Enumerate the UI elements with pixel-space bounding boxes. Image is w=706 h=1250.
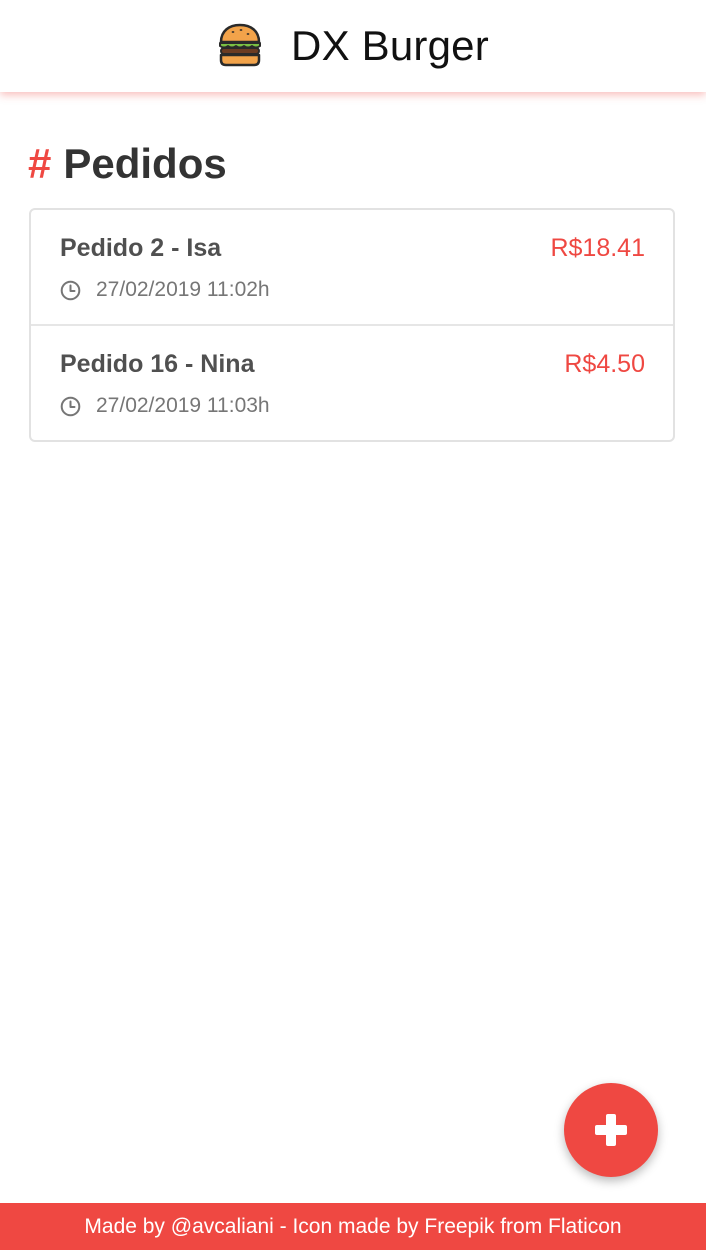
order-time-row: 27/02/2019 11:02h bbox=[60, 278, 270, 302]
app-title: DX Burger bbox=[291, 22, 489, 69]
order-item[interactable]: Pedido 16 - Nina R$4.50 27/02/2019 11:03… bbox=[31, 326, 673, 440]
order-name: Pedido 16 - Nina bbox=[60, 350, 255, 378]
order-list: Pedido 2 - Isa R$18.41 27/02/2019 11:02h… bbox=[29, 208, 675, 442]
add-order-button[interactable] bbox=[564, 1083, 658, 1177]
burger-icon bbox=[219, 23, 262, 67]
order-name: Pedido 2 - Isa bbox=[60, 234, 222, 262]
order-price: R$4.50 bbox=[564, 350, 645, 378]
order-time-row: 27/02/2019 11:03h bbox=[60, 394, 270, 418]
app-header: DX Burger bbox=[0, 0, 706, 92]
order-time: 27/02/2019 11:03h bbox=[96, 394, 270, 417]
order-item[interactable]: Pedido 2 - Isa R$18.41 27/02/2019 11:02h bbox=[31, 210, 673, 326]
plus-icon bbox=[595, 1114, 627, 1146]
brand[interactable]: DX Burger bbox=[0, 0, 706, 92]
order-time: 27/02/2019 11:02h bbox=[96, 278, 270, 301]
app-footer: Made by @avcaliani - Icon made by Freepi… bbox=[0, 1203, 706, 1250]
order-price: R$18.41 bbox=[550, 234, 645, 262]
clock-icon bbox=[60, 396, 81, 416]
page-title: # Pedidos bbox=[28, 140, 227, 188]
title-hash: # bbox=[28, 140, 52, 187]
page-title-text: Pedidos bbox=[63, 140, 227, 187]
clock-icon bbox=[60, 280, 81, 300]
footer-credits: Made by @avcaliani - Icon made by Freepi… bbox=[84, 1214, 622, 1238]
